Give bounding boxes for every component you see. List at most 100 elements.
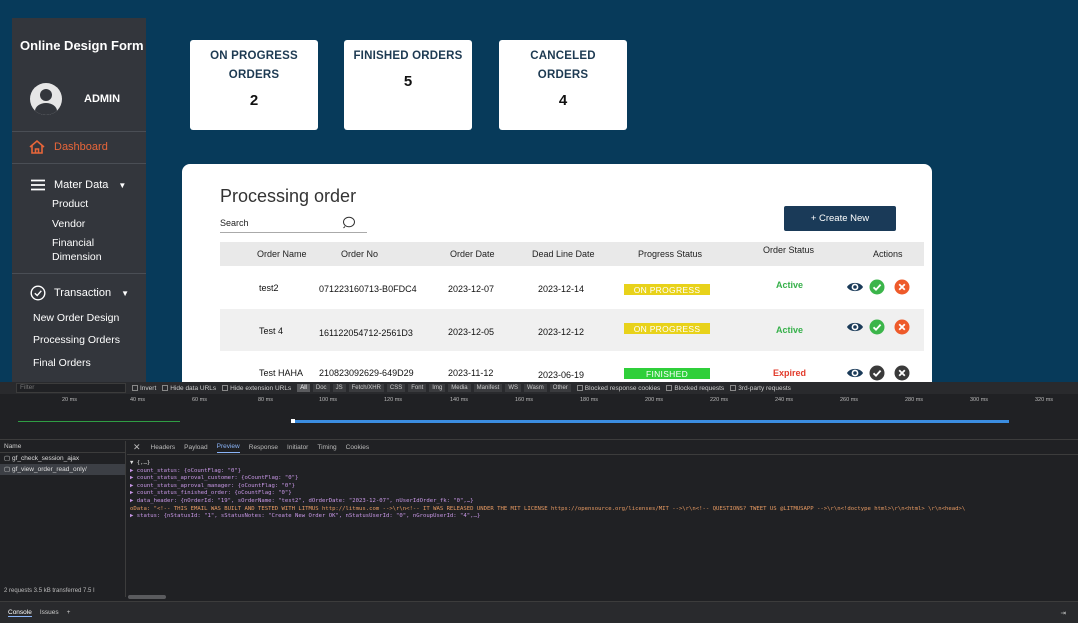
timeline-tick: 120 ms [384,397,403,403]
view-eye-icon[interactable] [846,319,864,335]
stat-label: FINISHED ORDERS [353,50,463,62]
column-header: Order Date [450,249,495,259]
timeline-tick: 260 ms [840,397,859,403]
table-row[interactable]: test2 071223160713-B0FDC4 2023-12-07 202… [220,267,924,309]
json-line[interactable]: ▶ data_header: {nOrderId: "19", sOrderNa… [130,498,1074,506]
order-date: 2023-11-12 [448,368,494,378]
checkbox[interactable] [730,385,737,391]
request-summary: 2 requests 3.5 kB transferred 7.5 I [4,588,95,594]
request-item[interactable]: ▢ gf_view_order_read_only/ [0,464,125,475]
checkbox[interactable] [222,385,229,391]
type-chip[interactable]: Fetch/XHR [348,384,384,392]
close-icon[interactable]: ✕ [133,442,141,453]
tab-timing[interactable]: Timing [317,444,336,451]
approve-check-icon[interactable] [869,279,885,295]
type-chip[interactable]: Doc [312,384,330,392]
sidebar-item-new-order-design[interactable]: New Order Design [33,312,119,324]
drawer-tabs: Console Issues + ⇥ [0,601,1078,623]
progress-status-badge: ON PROGRESS [624,323,710,334]
type-chip[interactable]: Media [448,384,471,392]
json-line[interactable]: ▶ status: {nStatusId: "1", sStatusNotes:… [130,513,1074,521]
timeline-tick: 100 ms [319,397,338,403]
sidebar-section-transaction[interactable]: Transaction ▼ [30,285,129,301]
type-chip[interactable]: WS [505,384,521,392]
sidebar-item-processing-orders[interactable]: Processing Orders [33,334,120,346]
checkbox[interactable] [576,385,583,391]
order-no: 161122054712-2561D3 [319,328,413,338]
stat-card-canceled[interactable]: CANCELED ORDERS 4 [499,40,627,130]
tab-preview[interactable]: Preview [216,443,240,453]
json-line[interactable]: ▶ count_status_finished_order: {oCountFl… [130,490,1074,498]
json-line[interactable]: ▼ {,…} [130,460,1074,468]
filter-option: 3rd-party requests [738,384,791,392]
type-chip[interactable]: All [297,384,310,392]
type-chip[interactable]: Img [429,384,446,392]
brand-title: Online Design Form [20,38,144,53]
approve-check-icon[interactable] [869,319,885,335]
json-line[interactable]: ▶ count_status_aproval_customer: {oCount… [130,475,1074,483]
type-chip[interactable]: Manifest [473,384,503,392]
type-chip[interactable]: Other [549,384,571,392]
sidebar-item-vendor[interactable]: Vendor [52,217,85,231]
cancel-x-icon[interactable] [894,279,910,295]
column-header: Dead Line Date [532,249,595,259]
table-row[interactable]: Test HAHA 210823092629-649D29 2023-11-12… [220,351,924,382]
cancel-x-icon-disabled[interactable] [894,365,910,381]
request-item[interactable]: ▢ gf_check_session_ajax [0,453,125,464]
tab-issues[interactable]: Issues [40,609,59,616]
timeline-tick: 320 ms [1035,397,1054,403]
create-new-button[interactable]: + Create New [784,206,896,231]
json-line[interactable]: ▶ count_status: {oCountFlag: "0"} [130,468,1074,476]
user-profile[interactable]: ADMIN [30,83,120,115]
tab-cookies[interactable]: Cookies [346,444,369,451]
view-eye-icon[interactable] [846,365,864,381]
network-timeline[interactable]: 20 ms 40 ms 60 ms 80 ms 100 ms 120 ms 14… [0,394,1078,440]
tab-headers[interactable]: Headers [151,444,176,451]
dock-icon[interactable]: ⇥ [1061,609,1066,617]
timeline-tick: 240 ms [775,397,794,403]
tab-payload[interactable]: Payload [184,444,208,451]
search-icon[interactable] [342,216,356,230]
request-list: Name ▢ gf_check_session_ajax ▢ gf_view_o… [0,441,126,597]
stat-value: 4 [558,92,568,109]
json-preview: ▼ {,…} ▶ count_status: {oCountFlag: "0"}… [130,460,1074,580]
tab-initiator[interactable]: Initiator [287,444,308,451]
approve-check-icon-disabled[interactable] [869,365,885,381]
timeline-tick: 40 ms [130,397,145,403]
request-detail-tabs: ✕ Headers Payload Preview Response Initi… [127,441,1078,455]
sidebar-item-final-orders[interactable]: Final Orders [33,357,91,369]
stat-card-on-progress[interactable]: ON PROGRESS ORDERS 2 [190,40,318,130]
json-line[interactable]: ▶ count_status_aproval_manager: {oCountF… [130,483,1074,491]
horizontal-scrollbar[interactable] [128,595,166,599]
checkbox[interactable] [162,385,169,391]
sidebar-divider [12,131,146,132]
checkbox[interactable] [132,385,138,391]
sidebar-item-dashboard[interactable]: Dashboard [28,139,108,155]
sidebar-item-financial-dimension[interactable]: Financial Dimension [52,236,122,264]
json-line[interactable]: oData: "<!-- THIS EMAIL WAS BUILT AND TE… [130,506,1074,514]
add-tab-icon[interactable]: + [67,609,71,616]
names-column-header[interactable]: Name [0,441,125,453]
request-name: gf_check_session_ajax [11,455,80,462]
tab-console[interactable]: Console [8,609,32,617]
type-chip[interactable]: JS [332,384,346,392]
tab-response[interactable]: Response [249,444,278,451]
checkbox[interactable] [666,385,673,391]
sidebar-item-label: Dashboard [54,141,108,153]
sidebar-item-product[interactable]: Product [52,197,88,211]
cancel-x-icon[interactable] [894,319,910,335]
type-chip[interactable]: Font [408,384,427,392]
deadline-date: 2023-12-14 [538,284,585,294]
type-chip[interactable]: CSS [386,384,406,392]
view-eye-icon[interactable] [846,279,864,295]
order-no: 071223160713-B0FDC4 [319,284,417,294]
filter-option: Hide extension URLs [230,384,292,392]
sidebar-section-master-data[interactable]: Mater Data ▼ [30,177,126,193]
stat-card-finished[interactable]: FINISHED ORDERS 5 [344,40,472,130]
deadline-date: 2023-12-12 [538,327,585,337]
filter-input[interactable]: Filter [16,383,126,393]
table-row[interactable]: Test 4 161122054712-2561D3 2023-12-05 20… [220,309,924,351]
timeline-tick: 60 ms [192,397,207,403]
type-chip[interactable]: Wasm [524,384,547,392]
search-input[interactable]: Search [220,218,249,228]
